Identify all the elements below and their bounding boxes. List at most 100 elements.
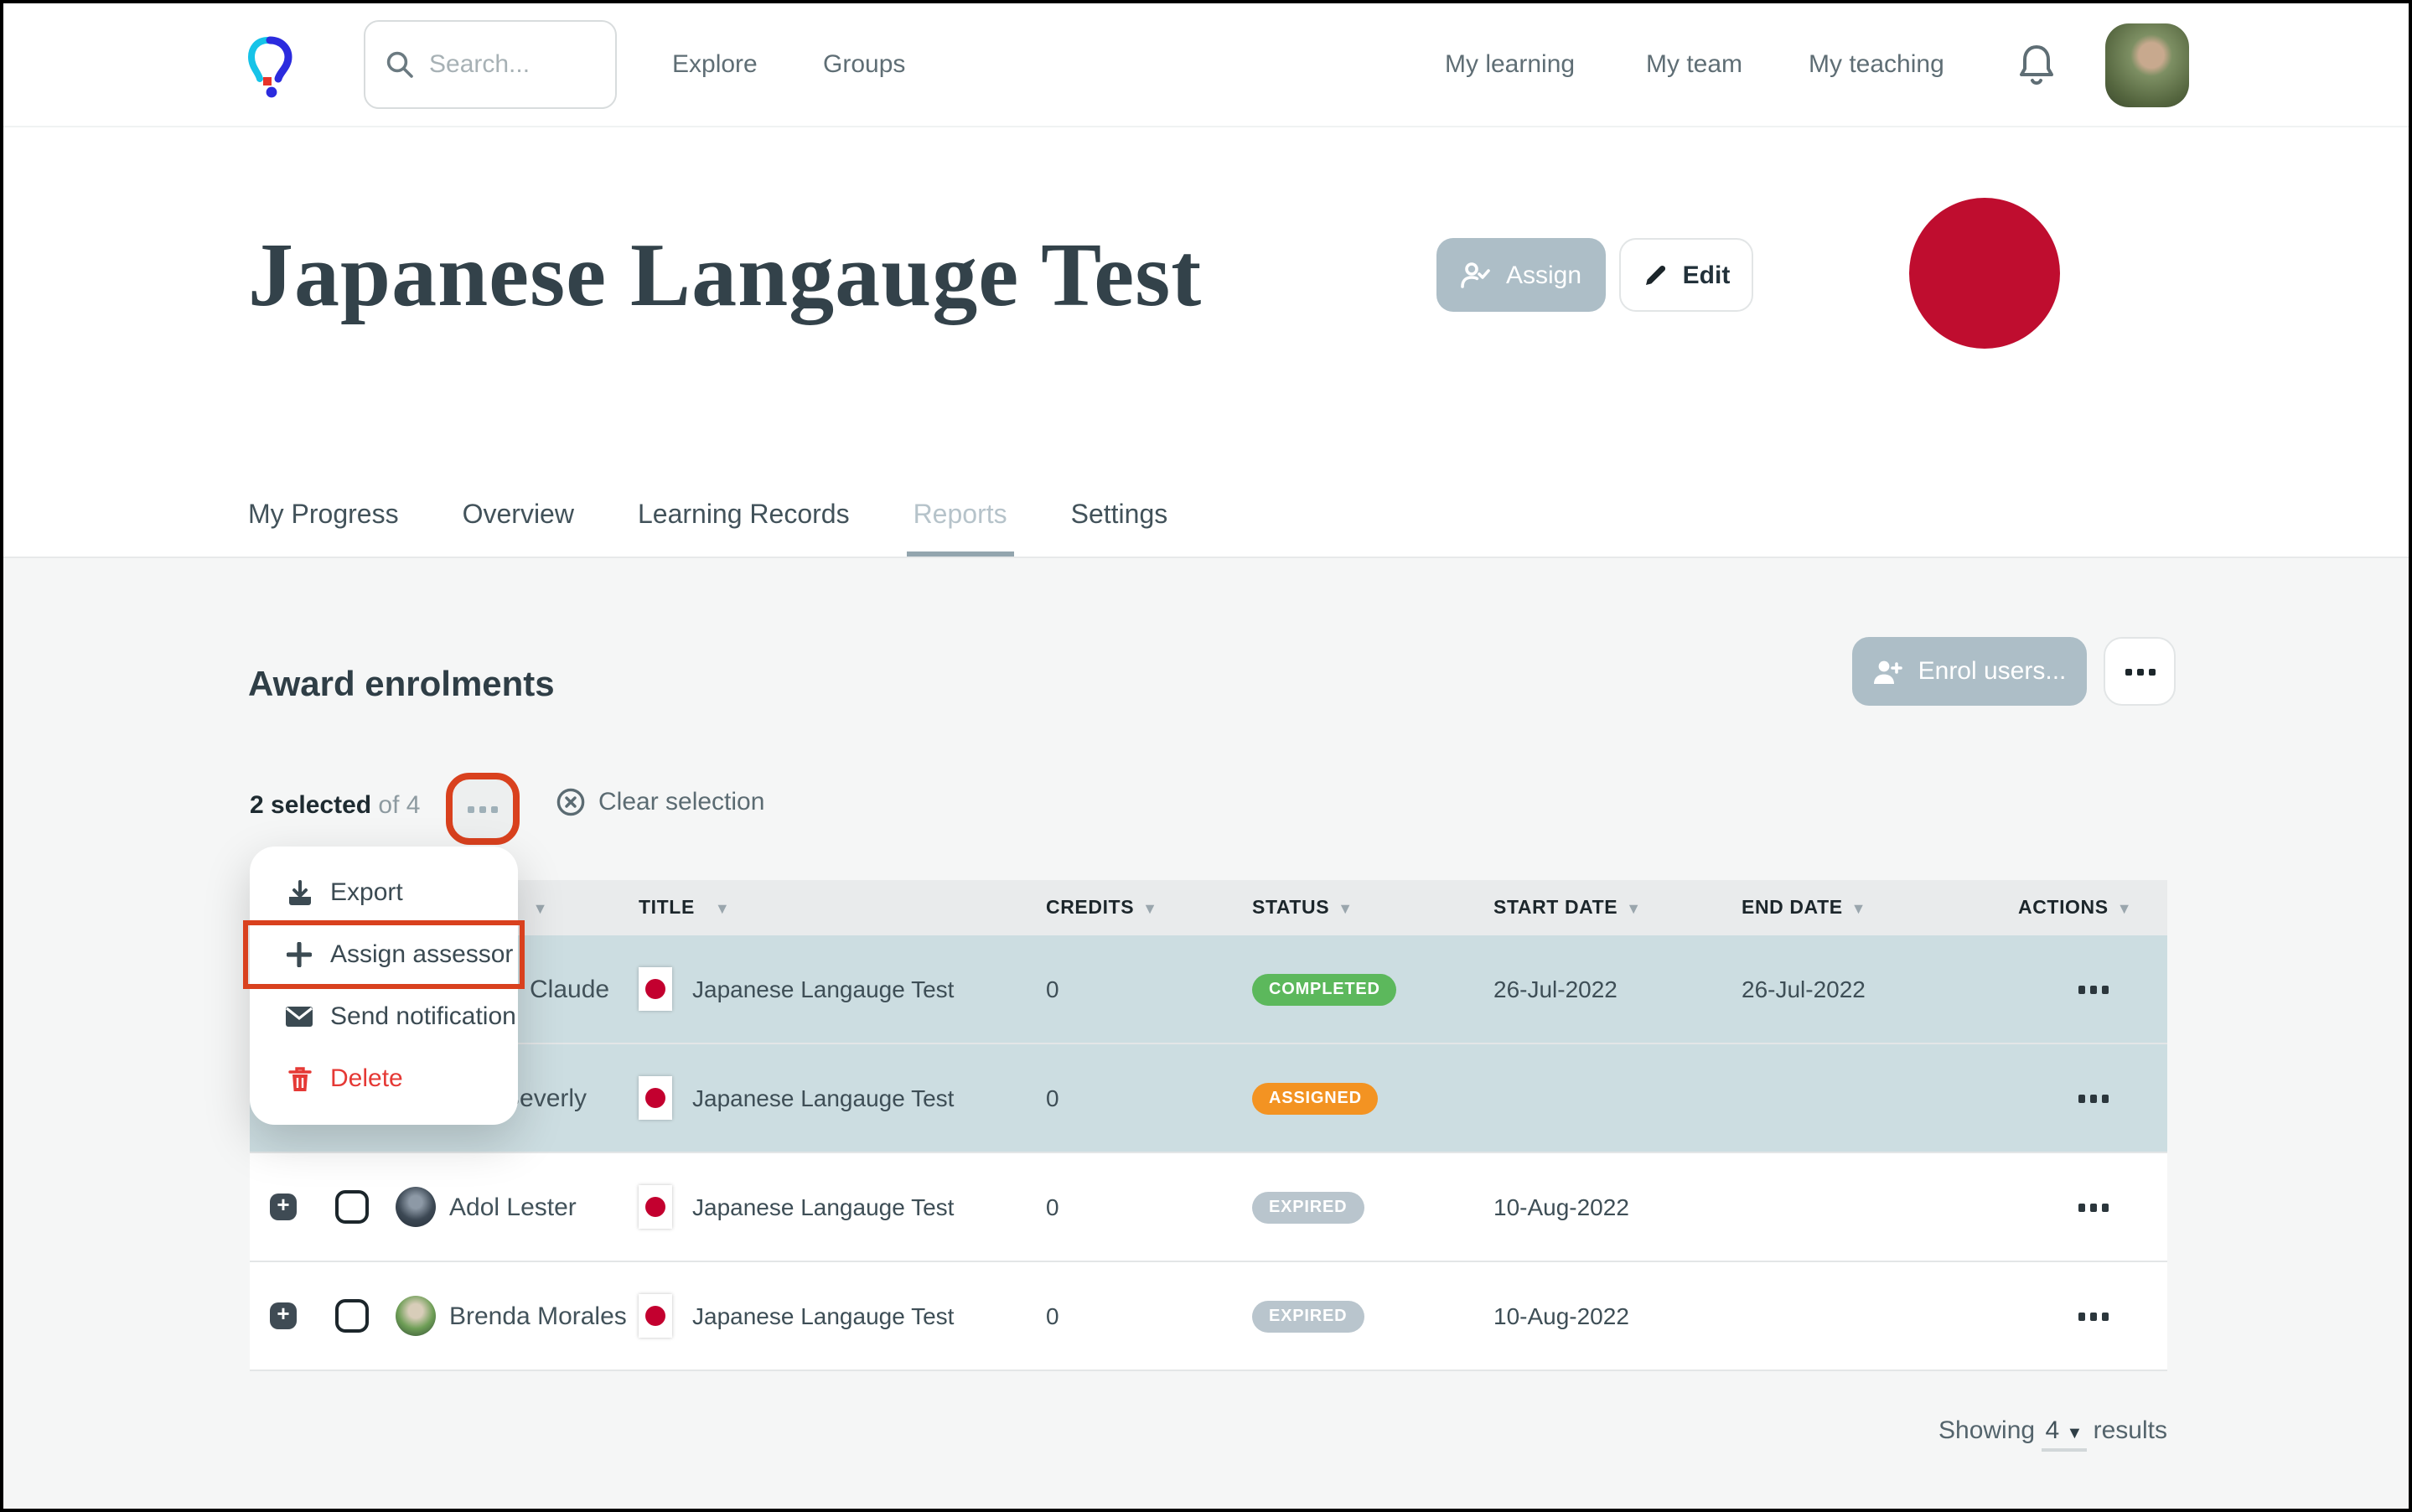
row-actions-more-button[interactable] <box>2018 985 2167 993</box>
ellipsis-icon <box>2018 985 2167 993</box>
row-actions-more-button[interactable] <box>2018 1312 2167 1320</box>
credits-value: 0 <box>1046 1194 1252 1220</box>
menu-item-label: Delete <box>330 1064 403 1093</box>
table-row: + Brenda Morales Japanese Langauge Test 0EX… <box>250 1262 2167 1371</box>
credits-value: 0 <box>1046 1302 1252 1329</box>
user-avatar[interactable] <box>2105 23 2189 107</box>
table-row: +✓ClaudeJapanese Langauge Test0COMPLETED… <box>250 935 2167 1044</box>
menu-item-delete[interactable]: Delete <box>250 1048 518 1110</box>
ellipsis-icon <box>2018 1203 2167 1211</box>
course-image-japan-flag <box>1909 198 2060 349</box>
menu-item-assign-assessor[interactable]: Assign assessor <box>246 924 521 986</box>
credits-value: 0 <box>1046 1085 1252 1111</box>
assign-button-label: Assign <box>1506 261 1581 289</box>
tab-learning-records[interactable]: Learning Records <box>638 501 850 558</box>
end-date: 26-Jul-2022 <box>1742 976 1968 1002</box>
main-content: Award enrolments Enrol users... 2 select… <box>3 558 2409 1509</box>
clear-selection-label: Clear selection <box>598 788 764 816</box>
column-header-end-date[interactable]: END DATE▼ <box>1742 898 1968 918</box>
row-checkbox[interactable] <box>335 1190 369 1224</box>
course-thumbnail-japan-flag-icon <box>639 967 672 1011</box>
circle-x-icon <box>556 788 585 816</box>
course-title[interactable]: Japanese Langauge Test <box>692 1194 954 1220</box>
person-check-icon <box>1461 261 1491 288</box>
enrolments-table: ▼ TITLE▼ CREDITS▼ STATUS▼ START DATE▼ EN… <box>250 880 2167 1371</box>
showing-label: Showing <box>1938 1416 2042 1445</box>
credits-value: 0 <box>1046 976 1252 1002</box>
course-tabs: My Progress Overview Learning Records Repor… <box>248 501 1167 558</box>
tab-settings[interactable]: Settings <box>1071 501 1168 558</box>
page-title: Japanese Langauge Test <box>248 223 1202 327</box>
search-icon <box>386 50 414 79</box>
course-header: Japanese Langauge Test Assign Edit My Pr… <box>3 127 2409 558</box>
course-title[interactable]: Japanese Langauge Test <box>692 1302 954 1329</box>
ellipsis-icon <box>468 805 498 812</box>
nav-link-my-teaching[interactable]: My teaching <box>1809 50 1944 79</box>
start-date: 26-Jul-2022 <box>1493 976 1742 1002</box>
course-thumbnail-japan-flag-icon <box>639 1294 672 1338</box>
start-date: 10-Aug-2022 <box>1493 1302 1742 1329</box>
column-header-credits[interactable]: CREDITS▼ <box>1046 898 1252 918</box>
selection-count: 2 selected of 4 <box>250 791 420 820</box>
course-title[interactable]: Japanese Langauge Test <box>692 1085 954 1111</box>
start-date: 10-Aug-2022 <box>1493 1194 1742 1220</box>
ellipsis-icon <box>2018 1312 2167 1320</box>
user-plus-icon <box>1873 658 1903 685</box>
app-logo-lightbulb-icon[interactable] <box>243 34 297 101</box>
column-header-actions[interactable]: ACTIONS▼ <box>1968 898 2167 918</box>
envelope-icon <box>285 1002 313 1031</box>
table-header-row: ▼ TITLE▼ CREDITS▼ STATUS▼ START DATE▼ EN… <box>250 880 2167 935</box>
column-header-start-date[interactable]: START DATE▼ <box>1493 898 1742 918</box>
status-badge: EXPIRED <box>1252 1192 1364 1224</box>
course-title[interactable]: Japanese Langauge Test <box>692 976 954 1002</box>
column-header-title[interactable]: TITLE▼ <box>639 898 1046 918</box>
clear-selection-button[interactable]: Clear selection <box>556 788 764 816</box>
results-count-dropdown[interactable]: 4 ▼ <box>2042 1416 2086 1452</box>
row-actions-more-button[interactable] <box>2018 1094 2167 1102</box>
menu-item-label: Assign assessor <box>330 940 513 969</box>
nav-link-my-team[interactable]: My team <box>1646 50 1742 79</box>
learner-name[interactable]: Adol Lester <box>449 1193 577 1221</box>
table-row: + Adol Lester Japanese Langauge Test 0EXPIR… <box>250 1153 2167 1262</box>
results-label: results <box>2086 1416 2167 1445</box>
trash-icon <box>285 1064 313 1093</box>
nav-link-explore[interactable]: Explore <box>672 50 758 79</box>
bulk-actions-more-button-annotated[interactable] <box>446 773 520 845</box>
enrol-users-button[interactable]: Enrol users... <box>1852 637 2087 706</box>
menu-item-send-notification[interactable]: Send notification <box>250 986 518 1048</box>
assign-button[interactable]: Assign <box>1436 238 1606 312</box>
expand-row-button[interactable]: + <box>270 1302 297 1329</box>
ellipsis-icon <box>2105 668 2174 675</box>
section-heading: Award enrolments <box>248 665 555 706</box>
bulk-actions-dropdown-menu: Export Assign assessor Send notification De… <box>250 847 518 1125</box>
expand-row-button[interactable]: + <box>270 1194 297 1220</box>
tab-reports[interactable]: Reports <box>914 501 1007 558</box>
search-box[interactable] <box>364 20 617 109</box>
notifications-bell-icon[interactable] <box>2016 44 2057 89</box>
learner-name[interactable]: Brenda Morales <box>449 1302 627 1330</box>
tab-my-progress[interactable]: My Progress <box>248 501 399 558</box>
ellipsis-icon <box>2018 1094 2167 1102</box>
edit-button-label: Edit <box>1683 261 1731 289</box>
status-badge: EXPIRED <box>1252 1301 1364 1333</box>
tab-overview[interactable]: Overview <box>463 501 574 558</box>
row-actions-more-button[interactable] <box>2018 1203 2167 1211</box>
learner-name[interactable]: Claude <box>530 975 609 1003</box>
menu-item-export[interactable]: Export <box>250 862 518 924</box>
results-footer: Showing 4 ▼ results <box>250 1416 2167 1452</box>
page-actions-more-button[interactable] <box>2104 637 2176 706</box>
table-row: +✓BeverlyJapanese Langauge Test0ASSIGNED <box>250 1044 2167 1153</box>
nav-link-my-learning[interactable]: My learning <box>1445 50 1575 79</box>
selection-count-bold: 2 selected <box>250 791 371 820</box>
status-badge: ASSIGNED <box>1252 1083 1379 1115</box>
search-input[interactable] <box>429 50 595 79</box>
nav-link-groups[interactable]: Groups <box>823 50 905 79</box>
tabs-divider <box>3 557 2409 558</box>
download-icon <box>285 878 313 907</box>
edit-button[interactable]: Edit <box>1619 238 1753 312</box>
pencil-icon <box>1643 262 1668 287</box>
row-checkbox[interactable] <box>335 1299 369 1333</box>
screenshot-frame: Explore Groups My learning My team My te… <box>0 0 2412 1512</box>
column-header-status[interactable]: STATUS▼ <box>1252 898 1493 918</box>
menu-item-label: Export <box>330 878 403 907</box>
